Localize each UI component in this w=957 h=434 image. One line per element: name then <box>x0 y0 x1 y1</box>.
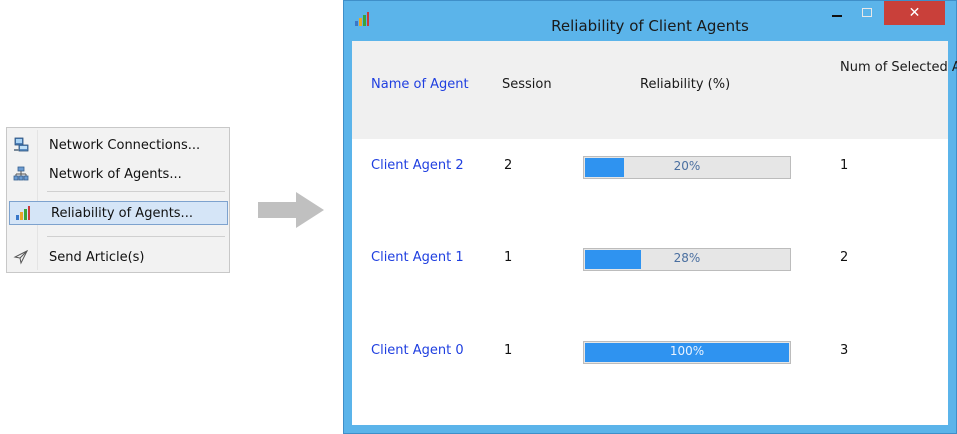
table-row[interactable]: Client Agent 2 2 20% 1 <box>352 148 948 188</box>
reliability-progress-bar: 100% <box>583 341 791 364</box>
agent-name[interactable]: Client Agent 2 <box>371 158 464 173</box>
network-tree-icon <box>11 164 31 184</box>
reliability-window: Reliability of Client Agents ✕ Name of A… <box>343 0 957 434</box>
client-area: Name of Agent Session Reliability (%) Nu… <box>352 41 957 425</box>
close-button[interactable]: ✕ <box>884 1 945 25</box>
close-icon: ✕ <box>908 5 921 21</box>
right-arrow-icon <box>258 192 324 228</box>
session-value: 1 <box>504 343 513 358</box>
progress-label: 100% <box>669 344 705 358</box>
column-header-name[interactable]: Name of Agent <box>371 77 469 92</box>
menu-item-network-of-agents[interactable]: Network of Agents... <box>8 162 228 186</box>
progress-label: 28% <box>673 251 701 265</box>
bar-chart-icon <box>13 203 33 223</box>
menu-item-label: Network of Agents... <box>49 166 182 182</box>
table-row[interactable]: Client Agent 1 1 28% 2 <box>352 240 948 280</box>
paper-plane-icon <box>11 247 31 267</box>
menu-item-reliability-of-agents[interactable]: Reliability of Agents... <box>9 201 228 225</box>
maximize-icon <box>862 8 872 17</box>
progress-label: 20% <box>673 159 701 173</box>
network-connections-icon <box>11 135 31 155</box>
session-value: 1 <box>504 250 513 265</box>
maximize-button[interactable] <box>852 1 882 25</box>
agent-name[interactable]: Client Agent 0 <box>371 343 464 358</box>
column-header-session[interactable]: Session <box>502 77 552 92</box>
menu-item-label: Send Article(s) <box>49 249 145 265</box>
context-menu: Network Connections... Network of Agents… <box>6 127 230 273</box>
menu-item-label: Reliability of Agents... <box>51 205 193 221</box>
menu-separator <box>47 236 225 237</box>
column-header-reliability[interactable]: Reliability (%) <box>640 77 730 92</box>
minimize-icon <box>832 15 842 17</box>
menu-item-label: Network Connections... <box>49 137 201 153</box>
num-articles-value: 2 <box>840 250 849 265</box>
title-bar[interactable]: Reliability of Client Agents ✕ <box>344 1 956 41</box>
reliability-progress-bar: 20% <box>583 156 791 179</box>
reliability-progress-bar: 28% <box>583 248 791 271</box>
menu-item-network-connections[interactable]: Network Connections... <box>8 133 228 157</box>
menu-item-send-articles[interactable]: Send Article(s) <box>8 245 228 269</box>
num-articles-value: 3 <box>840 343 849 358</box>
menu-separator <box>47 191 225 192</box>
agent-name[interactable]: Client Agent 1 <box>371 250 464 265</box>
column-header-num-articles[interactable]: Num of Selected Articles <box>840 57 957 78</box>
table-header: Name of Agent Session Reliability (%) Nu… <box>352 41 957 139</box>
session-value: 2 <box>504 158 513 173</box>
table-row[interactable]: Client Agent 0 1 100% 3 <box>352 333 948 373</box>
num-articles-value: 1 <box>840 158 849 173</box>
minimize-button[interactable] <box>822 1 852 25</box>
